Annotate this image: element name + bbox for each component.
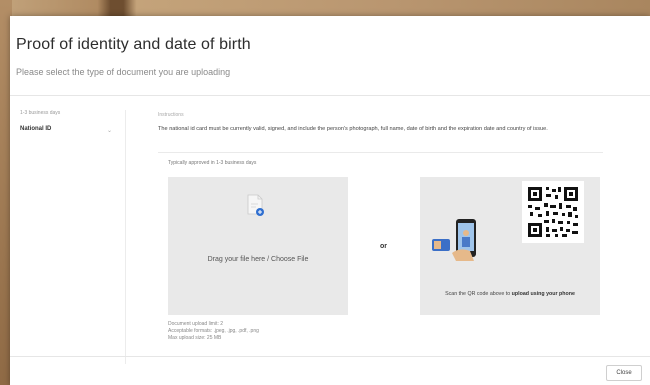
footer-divider [10, 356, 650, 357]
approval-time-note: Typically approved in 1-3 business days [168, 160, 257, 166]
instructions-text: The national id card must be currently v… [158, 126, 548, 132]
sidebar-item-label: National ID [20, 126, 52, 132]
qr-upload-panel: Scan the QR code above to upload using y… [420, 177, 600, 315]
dialog-title: Proof of identity and date of birth [16, 36, 251, 53]
qr-code-icon [522, 181, 584, 243]
drop-zone-label[interactable]: Drag your file here / Choose File [168, 256, 348, 263]
upload-limits: Document upload limit: 2 Acceptable form… [168, 321, 259, 342]
header-divider [10, 95, 650, 96]
dialog-subtitle: Please select the type of document you a… [16, 67, 231, 77]
sidebar-divider [125, 110, 126, 364]
sidebar-item-national-id[interactable]: National ID ⌄ [20, 126, 112, 140]
file-drop-zone[interactable]: Drag your file here / Choose File [168, 177, 348, 315]
chevron-down-icon: ⌄ [106, 128, 112, 134]
qr-instruction-highlight: upload using your phone [511, 291, 575, 297]
instructions-heading: Instructions [158, 112, 184, 118]
upload-accepted-formats: Acceptable formats: .jpeg, .jpg, .pdf, .… [168, 328, 259, 334]
phone-scan-icon [432, 219, 476, 261]
upload-limit-count: Document upload limit: 2 [168, 321, 224, 327]
upload-dialog: Proof of identity and date of birth Plea… [10, 16, 650, 385]
instructions-divider [158, 152, 603, 153]
file-upload-icon [247, 194, 264, 216]
qr-instruction: Scan the QR code above to upload using y… [420, 291, 600, 297]
close-button[interactable]: Close [606, 365, 642, 381]
sidebar-note: 1-3 business days [20, 110, 61, 116]
or-separator: or [380, 243, 387, 250]
qr-instruction-prefix: Scan the QR code above to [445, 291, 512, 297]
upload-max-size: Max upload size: 25 MB [168, 335, 222, 341]
